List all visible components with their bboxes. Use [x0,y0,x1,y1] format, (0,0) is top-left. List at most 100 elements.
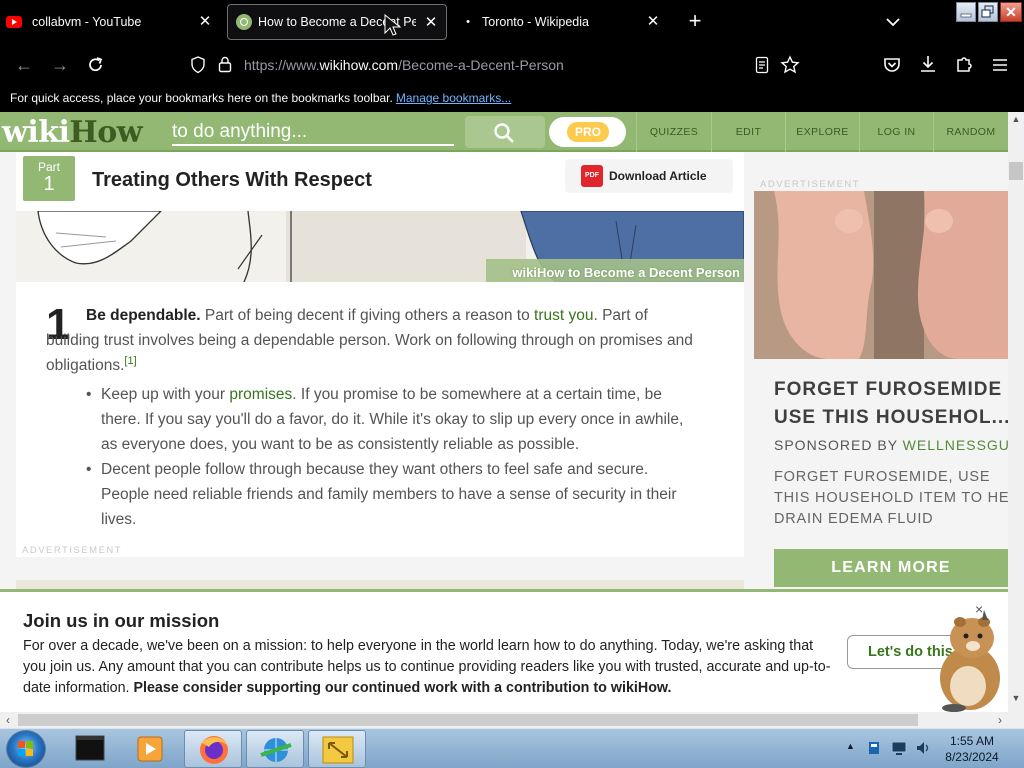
scroll-right-arrow-icon[interactable]: › [992,712,1008,728]
list-all-tabs-chevron-icon[interactable] [882,12,904,32]
search-button[interactable] [465,116,545,148]
new-tab-plus-icon[interactable]: + [683,10,707,34]
mouse-cursor-icon [384,14,402,36]
windows-logo-icon [18,741,33,756]
taskbar-cmd[interactable] [60,730,118,768]
scroll-down-arrow-icon[interactable]: ▼ [1010,693,1022,705]
taskbar-firefox[interactable] [184,730,242,768]
banner-text: For over a decade, we've been on a missi… [23,636,833,699]
manage-bookmarks-link[interactable]: Manage bookmarks... [396,91,511,105]
reference-link[interactable]: [1] [124,355,136,367]
tab-close-icon[interactable]: ✕ [644,13,662,31]
ad-title-line: FORGET FUROSEMIDE [774,379,1003,400]
pro-button[interactable]: PRO [549,117,626,147]
section-title: Treating Others With Respect [92,169,372,191]
logo-wiki: wiki [2,115,70,150]
show-hidden-icons-chevron-icon[interactable]: ▲ [846,741,855,751]
tracking-shield-icon[interactable] [190,56,206,74]
ad-title-line: USE THIS HOUSEHOL... [774,407,1010,428]
nav-quizzes[interactable]: QUIZZES [636,112,711,152]
step-heading: Be dependable. [86,307,201,324]
tab-wikihow[interactable]: How to Become a Decent Person ✕ [227,4,447,40]
wikihow-logo[interactable]: wikiHow [2,115,143,150]
scroll-up-arrow-icon[interactable]: ▲ [1008,114,1024,126]
restore-button[interactable] [978,2,998,22]
tab-close-icon[interactable]: ✕ [196,13,214,31]
sponsor-name[interactable]: WELLNESSGUID [903,437,1024,453]
network-globe-icon [260,738,292,762]
ad-photo [754,191,1008,359]
sidebar-ad-image[interactable] [754,191,1008,359]
site-header: wikiHow PRO QUIZZES EDIT EXPLORE LOG IN … [0,112,1008,152]
nav-random[interactable]: RANDOM [933,112,1008,152]
tab-close-icon[interactable]: ✕ [422,14,440,32]
scrollbar-thumb[interactable] [1009,162,1023,180]
promises-link[interactable]: promises [229,386,292,403]
scrollbar-thumb[interactable] [18,714,918,726]
tab-youtube[interactable]: collabvm - YouTube ✕ [6,4,220,40]
url-text: https://www.wikihow.com/Become-a-Decent-… [244,57,564,73]
step-illustration: wikiHow to Become a Decent Person [16,211,744,282]
search-icon [494,123,514,143]
scroll-left-arrow-icon[interactable]: ‹ [0,712,16,728]
forward-arrow-icon[interactable]: → [48,54,72,76]
downloads-icon[interactable] [918,54,938,74]
close-icon: ✕ [1005,4,1017,20]
horizontal-scrollbar[interactable]: ‹ › [0,712,1008,728]
watermark-title: How to Become a Decent Person [537,265,740,280]
firefox-icon [200,736,228,764]
taskbar-resize-tool[interactable] [308,730,366,768]
banner-body-bold: Please consider supporting our continued… [133,680,672,696]
watermark-wiki: wiki [512,265,537,280]
ad-sponsor: SPONSORED BY WELLNESSGUID [774,437,1024,453]
extensions-puzzle-icon[interactable] [954,54,974,74]
bookmark-star-icon[interactable] [780,55,800,75]
learn-more-button[interactable]: LEARN MORE [774,549,1008,587]
clock[interactable]: 1:55 AM 8/23/2024 [932,733,1012,765]
taskbar-network[interactable] [246,730,304,768]
menu-hamburger-icon[interactable] [990,55,1010,75]
hamster-mascot-image [940,610,1000,712]
search-input[interactable] [172,120,454,144]
vertical-scrollbar[interactable]: ▲ ▼ [1008,112,1024,712]
start-button[interactable] [6,730,46,768]
wikipedia-icon: • [466,16,470,28]
part-badge: Part 1 [23,156,75,201]
bullet-item: Decent people follow through because the… [86,457,696,532]
trust-you-link[interactable]: trust you [534,307,593,324]
bookmarks-hint: For quick access, place your bookmarks h… [10,91,393,105]
tab-wikipedia[interactable]: • Toronto - Wikipedia ✕ [454,4,668,40]
tab-bar: collabvm - YouTube ✕ How to Become a Dec… [0,0,1024,44]
network-monitor-icon[interactable] [890,739,908,757]
site-search [172,120,454,146]
reader-view-icon[interactable] [754,56,770,74]
step-text-part: Part of being decent if giving others a … [200,307,535,324]
minimize-button[interactable] [956,2,976,22]
ad-title[interactable]: FORGET FUROSEMIDE USE THIS HOUSEHOL... [774,376,1010,432]
flag-icon[interactable] [866,739,884,757]
download-article-button[interactable]: PDF Download Article [565,159,733,193]
nav-log-in[interactable]: LOG IN [859,112,933,152]
ad-desc-line: FORGET FUROSEMIDE, USE [774,469,991,485]
taskbar-media-player[interactable] [120,730,178,768]
lock-icon[interactable] [218,55,232,73]
wikihow-icon [236,14,252,30]
back-arrow-icon[interactable]: ← [12,54,36,76]
minimize-icon [960,13,972,18]
nav-edit[interactable]: EDIT [711,112,785,152]
url-domain: wikihow.com [319,57,399,73]
media-player-icon [137,736,163,762]
url-bar[interactable]: https://www.wikihow.com/Become-a-Decent-… [180,50,820,80]
volume-icon[interactable] [914,739,932,757]
bookmarks-toolbar: For quick access, place your bookmarks h… [0,86,1024,112]
nav-explore[interactable]: EXPLORE [785,112,859,152]
bullet-text: Decent people follow through because the… [101,461,677,528]
ad-desc-line: THIS HOUSEHOLD ITEM TO HE [774,490,1010,506]
reload-icon[interactable] [84,54,108,76]
youtube-icon [6,16,22,28]
windows-taskbar: ▲ 1:55 AM 8/23/2024 [0,728,1024,768]
sidebar-advertisement-label: ADVERTISEMENT [760,179,861,190]
window-close-button[interactable]: ✕ [1000,2,1022,22]
pocket-icon[interactable] [882,55,902,75]
step-bullets: Keep up with your promises. If you promi… [86,382,696,532]
